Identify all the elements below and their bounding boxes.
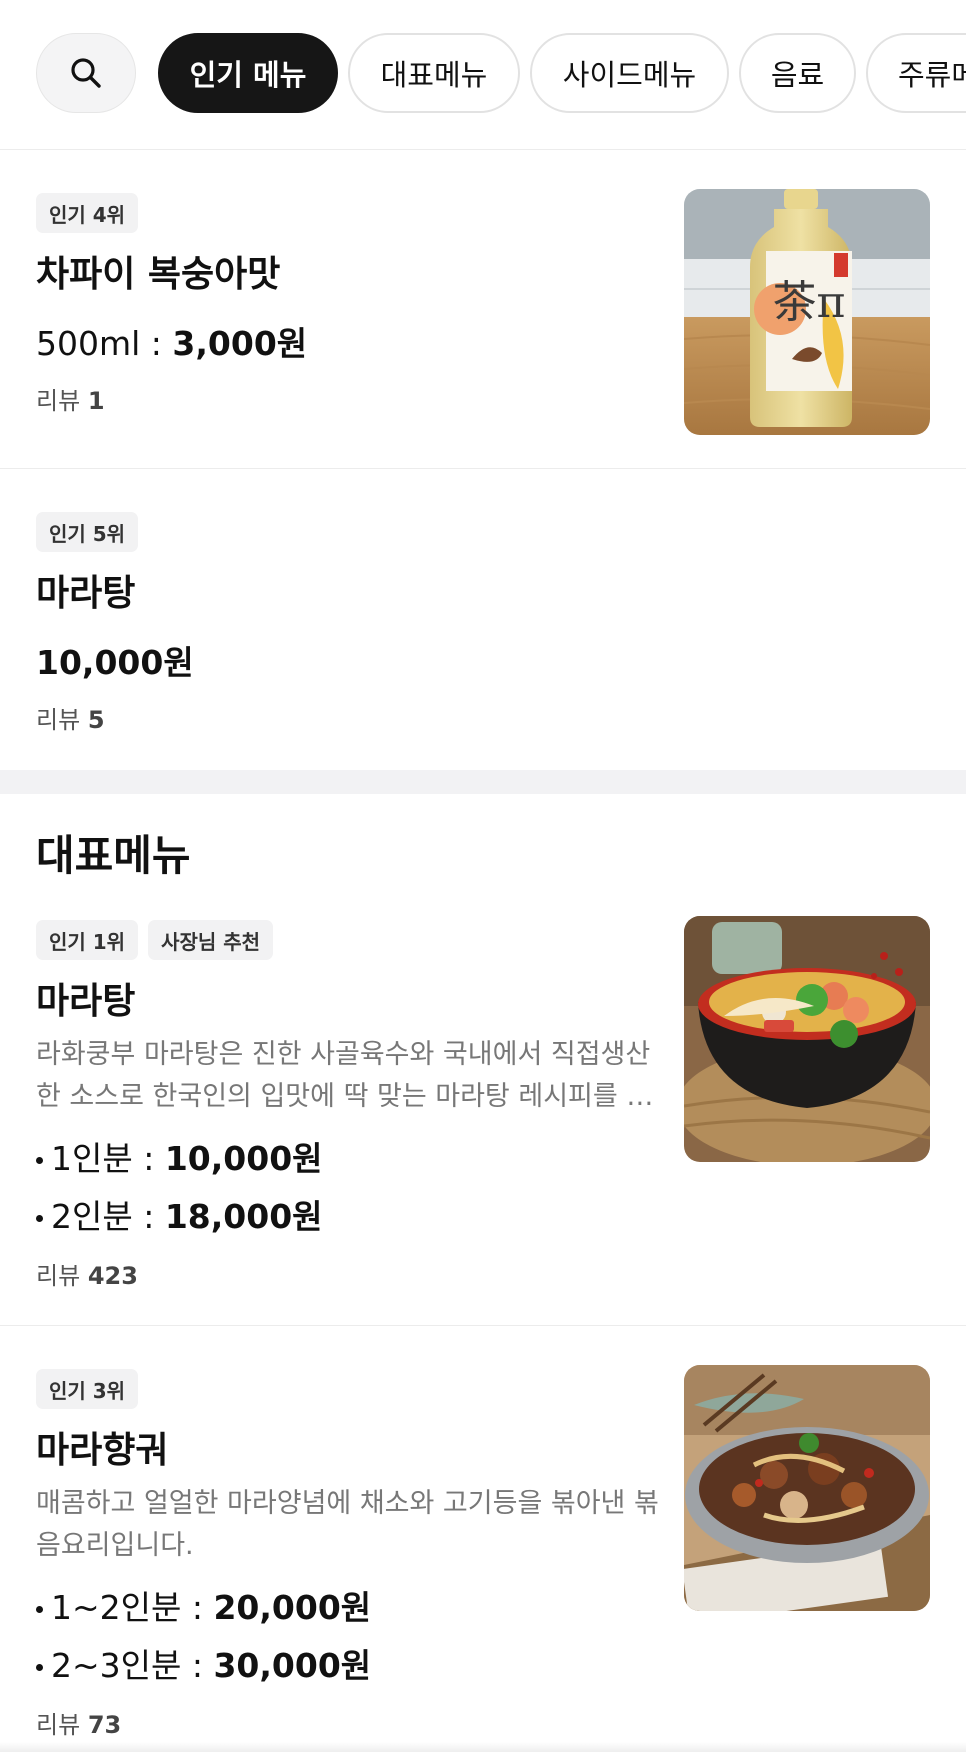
owner-recommend-badge: 사장님 추천 [148, 920, 274, 960]
price-option: 1인분 : 10,000원 [36, 1132, 323, 1180]
menu-item-name: 마라향궈 [36, 1430, 169, 1471]
search-icon [71, 58, 101, 88]
menu-item-malatang-popular[interactable]: 인기 5위 마라탕 10,000원 리뷰 5 [0, 470, 966, 770]
tab-side-menu[interactable]: 사이드메뉴 [530, 33, 729, 113]
menu-item-photo [684, 916, 930, 1162]
menu-item-chapai-peach[interactable]: 인기 4위 차파이 복숭아맛 500ml : 3,000원 리뷰 1 茶π [0, 151, 966, 469]
menu-item-name: 마라탕 [36, 573, 136, 614]
bottle-logo: 茶π [773, 277, 846, 328]
search-button[interactable] [36, 33, 136, 113]
section-divider [0, 770, 966, 794]
section-title-signature: 대표메뉴 [36, 831, 191, 880]
menu-item-malatang[interactable]: 인기 1위 사장님 추천 마라탕 라화쿵부 마라탕은 진한 사골육수와 국내에서… [0, 900, 966, 1326]
rank-badge: 인기 1위 [36, 920, 139, 960]
menu-item-price: 10,000원 [36, 643, 194, 682]
price-option: 2인분 : 18,000원 [36, 1190, 323, 1238]
category-tab-bar: 인기 메뉴 대표메뉴 사이드메뉴 음료 주류메뉴 [0, 0, 966, 150]
menu-item-description: 라화쿵부 마라탕은 진한 사골육수와 국내에서 직접생산한 소스로 한국인의 입… [36, 1039, 652, 1112]
review-count: 리뷰 1 [36, 387, 105, 415]
menu-item-price: 500ml : 3,000원 [36, 324, 308, 363]
tab-signature-menu[interactable]: 대표메뉴 [348, 33, 520, 113]
menu-item-name: 차파이 복숭아맛 [36, 254, 281, 295]
tab-drinks[interactable]: 음료 [739, 33, 856, 113]
review-count: 리뷰 73 [36, 1711, 122, 1739]
review-count: 리뷰 423 [36, 1262, 138, 1290]
rank-badge: 인기 4위 [36, 193, 139, 233]
tab-alcohol-menu[interactable]: 주류메뉴 [866, 33, 966, 113]
rank-badge: 인기 3위 [36, 1369, 139, 1409]
review-count: 리뷰 5 [36, 706, 105, 734]
rank-badge: 인기 5위 [36, 512, 139, 552]
tab-popular-menu[interactable]: 인기 메뉴 [158, 33, 338, 113]
menu-item-description: 매콤하고 얼얼한 마라양념에 채소와 고기등을 볶아낸 볶음요리입니다. [36, 1488, 659, 1561]
menu-item-malaxiangguo[interactable]: 인기 3위 마라향궈 매콤하고 얼얼한 마라양념에 채소와 고기등을 볶아낸 볶… [0, 1327, 966, 1752]
menu-item-photo [684, 1365, 930, 1611]
price-option: 1~2인분 : 20,000원 [36, 1581, 371, 1629]
bottom-edge [0, 1742, 966, 1752]
menu-item-photo: 茶π [684, 189, 930, 435]
price-option: 2~3인분 : 30,000원 [36, 1639, 371, 1687]
menu-item-name: 마라탕 [36, 981, 136, 1022]
